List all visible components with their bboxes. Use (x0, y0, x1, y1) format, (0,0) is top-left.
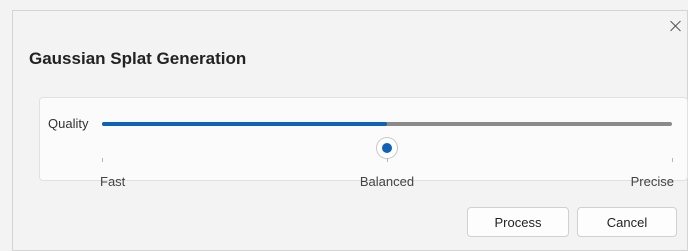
quality-panel: Quality Fast Balanced Precise (39, 97, 688, 189)
dialog-title: Gaussian Splat Generation (29, 49, 247, 68)
tick-fast (102, 158, 103, 162)
quality-slider-thumb[interactable] (377, 138, 397, 158)
close-icon[interactable] (669, 19, 683, 33)
tick-label-balanced: Balanced (359, 174, 415, 189)
tick-label-precise: Precise (630, 174, 674, 189)
tick-balanced (387, 158, 388, 162)
quality-slider-track[interactable]: Fast Balanced Precise (100, 122, 674, 189)
tick-label-fast: Fast (100, 174, 126, 189)
process-button[interactable]: Process (467, 207, 569, 237)
quality-label: Quality (48, 116, 89, 131)
cancel-button[interactable]: Cancel (577, 207, 677, 237)
quality-slider-fill (102, 122, 387, 126)
tick-precise (672, 158, 673, 162)
generation-dialog: Gaussian Splat Generation Quality Fast B… (12, 10, 688, 251)
